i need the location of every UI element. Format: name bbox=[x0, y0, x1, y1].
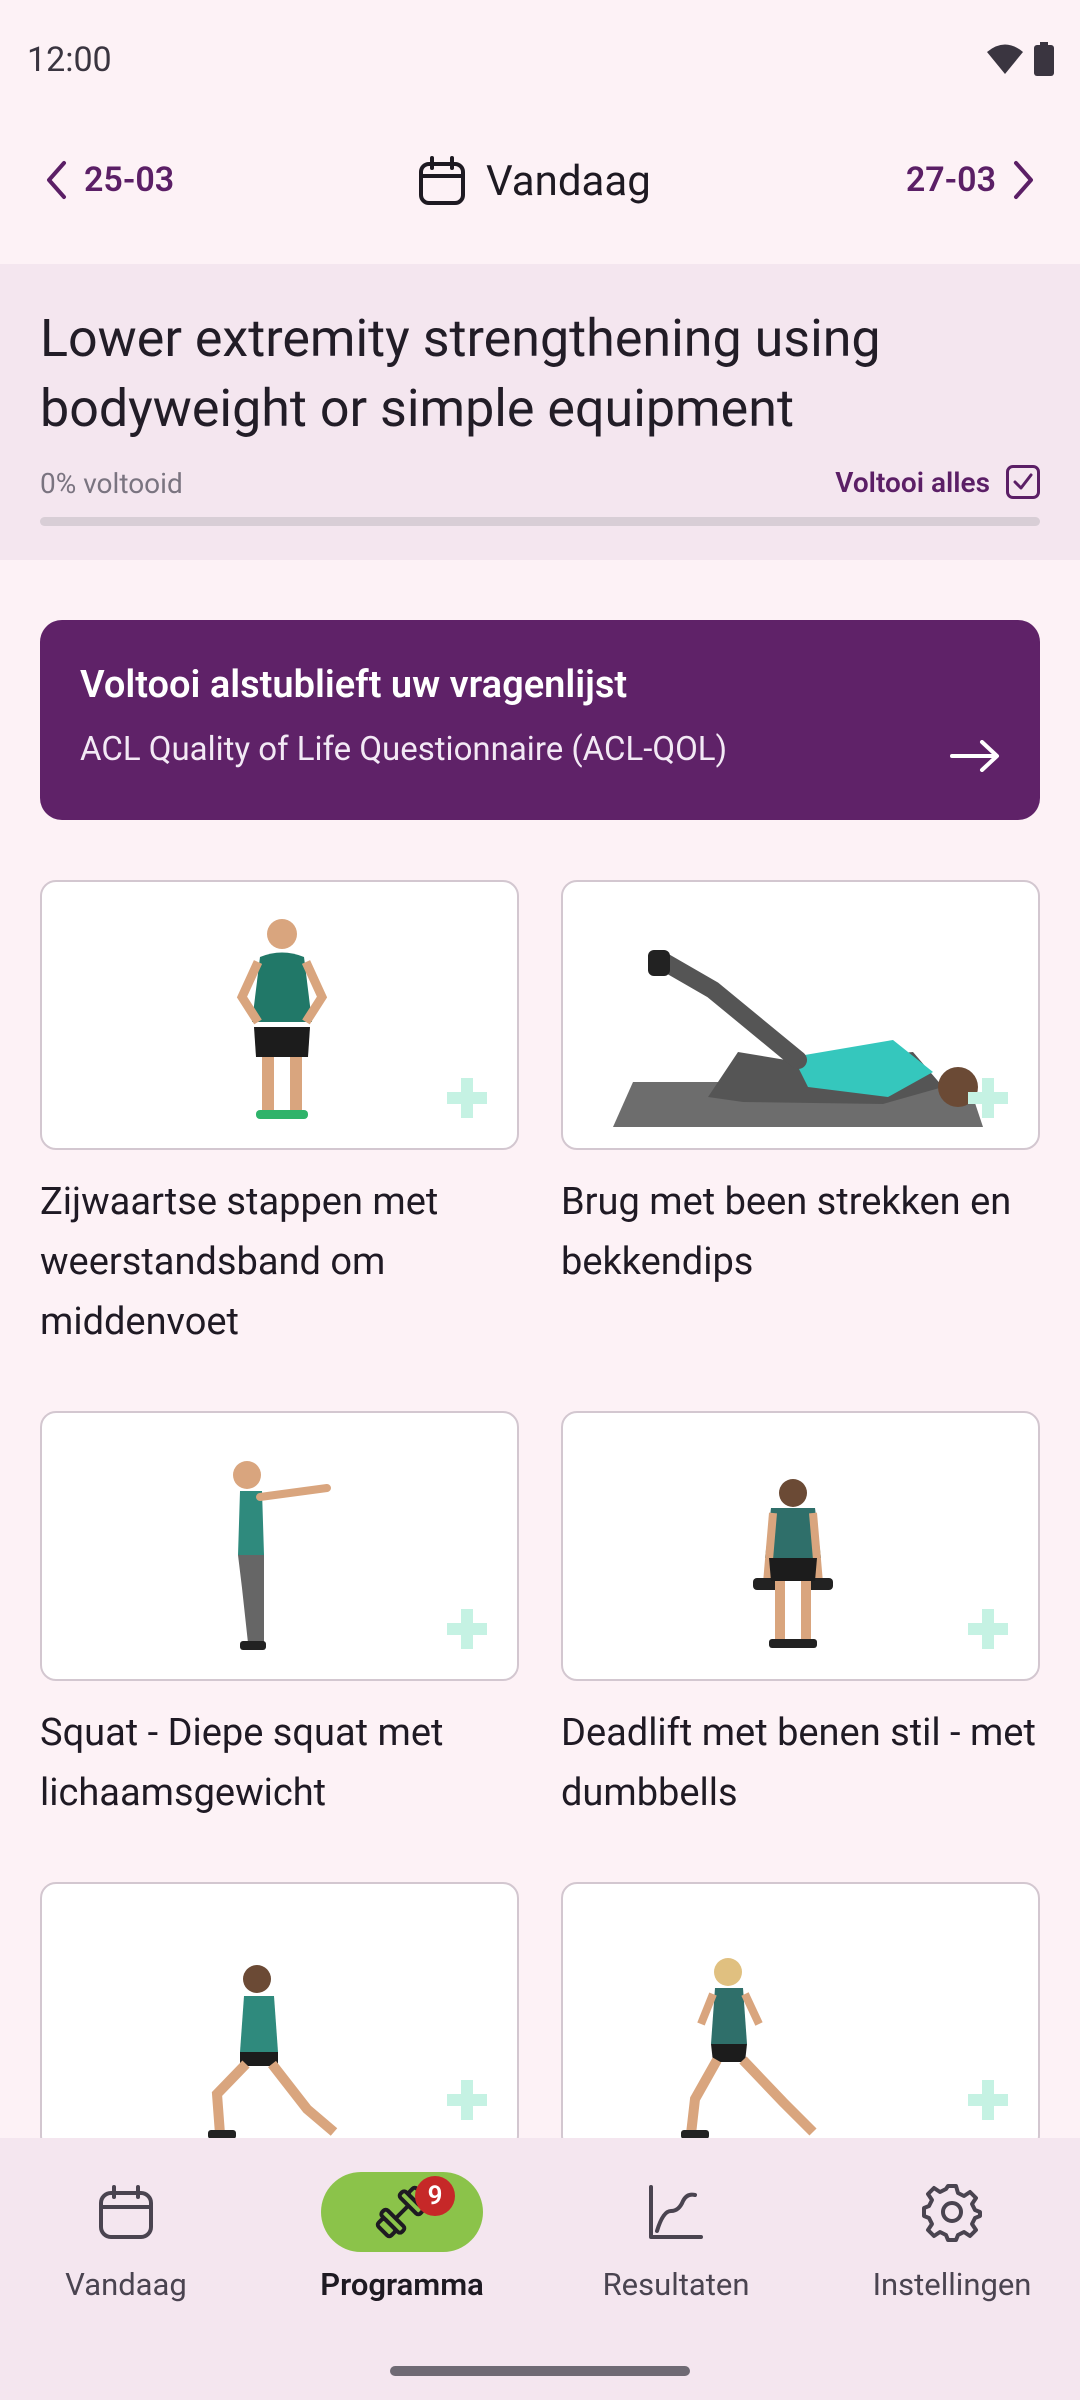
nav-item-programma[interactable]: 9 Programma bbox=[267, 2172, 537, 2303]
check-icon bbox=[1013, 473, 1033, 490]
next-day-button[interactable]: 27-03 bbox=[906, 160, 1036, 200]
nav-icon-container bbox=[871, 2172, 1033, 2252]
exercise-image bbox=[40, 1411, 519, 1681]
chart-icon bbox=[649, 2185, 703, 2239]
questionnaire-title: Voltooi alstublieft uw vragenlijst bbox=[80, 663, 628, 707]
current-day-label: Vandaag bbox=[486, 156, 651, 206]
progress-bar bbox=[40, 517, 1040, 526]
program-title: Lower extremity strengthening using body… bbox=[40, 308, 881, 439]
chevron-left-icon bbox=[47, 161, 66, 199]
add-exercise-icon bbox=[968, 1078, 1008, 1118]
progress-label: 0% voltooid bbox=[40, 467, 183, 500]
nav-label: Instellingen bbox=[872, 2266, 1032, 2303]
status-bar: 12:00 bbox=[0, 0, 1080, 124]
complete-all-label: Voltooi alles bbox=[835, 465, 990, 499]
program-header: Lower extremity strengthening using body… bbox=[0, 264, 1080, 560]
add-exercise-icon bbox=[447, 1078, 487, 1118]
add-exercise-icon bbox=[447, 2080, 487, 2120]
questionnaire-banner[interactable]: Voltooi alstublieft uw vragenlijst ACL Q… bbox=[40, 620, 1040, 820]
previous-day-label: 25-03 bbox=[84, 160, 175, 200]
nav-label: Vandaag bbox=[65, 2266, 187, 2303]
exercise-card[interactable]: Brug met been strekken en bekkendips bbox=[561, 880, 1040, 1292]
nav-icon-container-active: 9 bbox=[321, 2172, 483, 2252]
exercise-title: Deadlift met benen stil - met dumbbells bbox=[561, 1711, 1036, 1815]
status-time: 12:00 bbox=[27, 40, 112, 80]
add-exercise-icon bbox=[968, 2080, 1008, 2120]
nav-item-vandaag[interactable]: Vandaag bbox=[0, 2172, 261, 2303]
bottom-navigation: Vandaag 9 Programma Resultaten Instellin… bbox=[0, 2138, 1080, 2400]
exercise-card[interactable] bbox=[40, 1882, 519, 2174]
exercise-title: Zijwaartse stappen met weerstandsband om… bbox=[40, 1180, 439, 1344]
notification-badge: 9 bbox=[415, 2176, 455, 2216]
status-icons bbox=[986, 42, 1054, 76]
nav-label: Programma bbox=[320, 2266, 484, 2303]
home-indicator[interactable] bbox=[390, 2366, 690, 2376]
nav-label: Resultaten bbox=[602, 2266, 750, 2303]
current-day-button[interactable]: Vandaag bbox=[418, 156, 651, 206]
exercise-image bbox=[561, 880, 1040, 1150]
nav-icon-container bbox=[45, 2172, 207, 2252]
questionnaire-subtitle: ACL Quality of Life Questionnaire (ACL-Q… bbox=[80, 730, 728, 769]
exercise-title: Squat - Diepe squat met lichaamsgewicht bbox=[40, 1711, 444, 1815]
wifi-icon bbox=[987, 44, 1023, 74]
add-exercise-icon bbox=[447, 1609, 487, 1649]
calendar-icon bbox=[99, 2185, 153, 2239]
calendar-icon bbox=[419, 156, 465, 205]
nav-item-resultaten[interactable]: Resultaten bbox=[541, 2172, 811, 2303]
nav-icon-container bbox=[595, 2172, 757, 2252]
exercise-card[interactable]: Zijwaartse stappen met weerstandsband om… bbox=[40, 880, 519, 1352]
exercise-image bbox=[561, 1882, 1040, 2152]
exercise-image bbox=[561, 1411, 1040, 1681]
chevron-right-icon bbox=[1014, 161, 1033, 199]
nav-item-instellingen[interactable]: Instellingen bbox=[817, 2172, 1080, 2303]
exercise-card[interactable]: Deadlift met benen stil - met dumbbells bbox=[561, 1411, 1040, 1823]
date-navigation: 25-03 Vandaag 27-03 bbox=[0, 124, 1080, 264]
complete-all-button[interactable]: Voltooi alles bbox=[835, 465, 1040, 499]
previous-day-button[interactable]: 25-03 bbox=[44, 160, 174, 200]
exercise-title: Brug met been strekken en bekkendips bbox=[561, 1180, 1012, 1284]
battery-icon bbox=[1034, 42, 1054, 76]
gear-icon bbox=[922, 2184, 982, 2242]
next-day-label: 27-03 bbox=[905, 160, 996, 200]
exercise-image bbox=[40, 1882, 519, 2152]
arrow-right-icon bbox=[950, 740, 999, 772]
exercise-card[interactable] bbox=[561, 1882, 1040, 2174]
complete-all-checkbox[interactable] bbox=[1006, 465, 1040, 499]
add-exercise-icon bbox=[968, 1609, 1008, 1649]
exercise-image bbox=[40, 880, 519, 1150]
exercise-card[interactable]: Squat - Diepe squat met lichaamsgewicht bbox=[40, 1411, 519, 1823]
